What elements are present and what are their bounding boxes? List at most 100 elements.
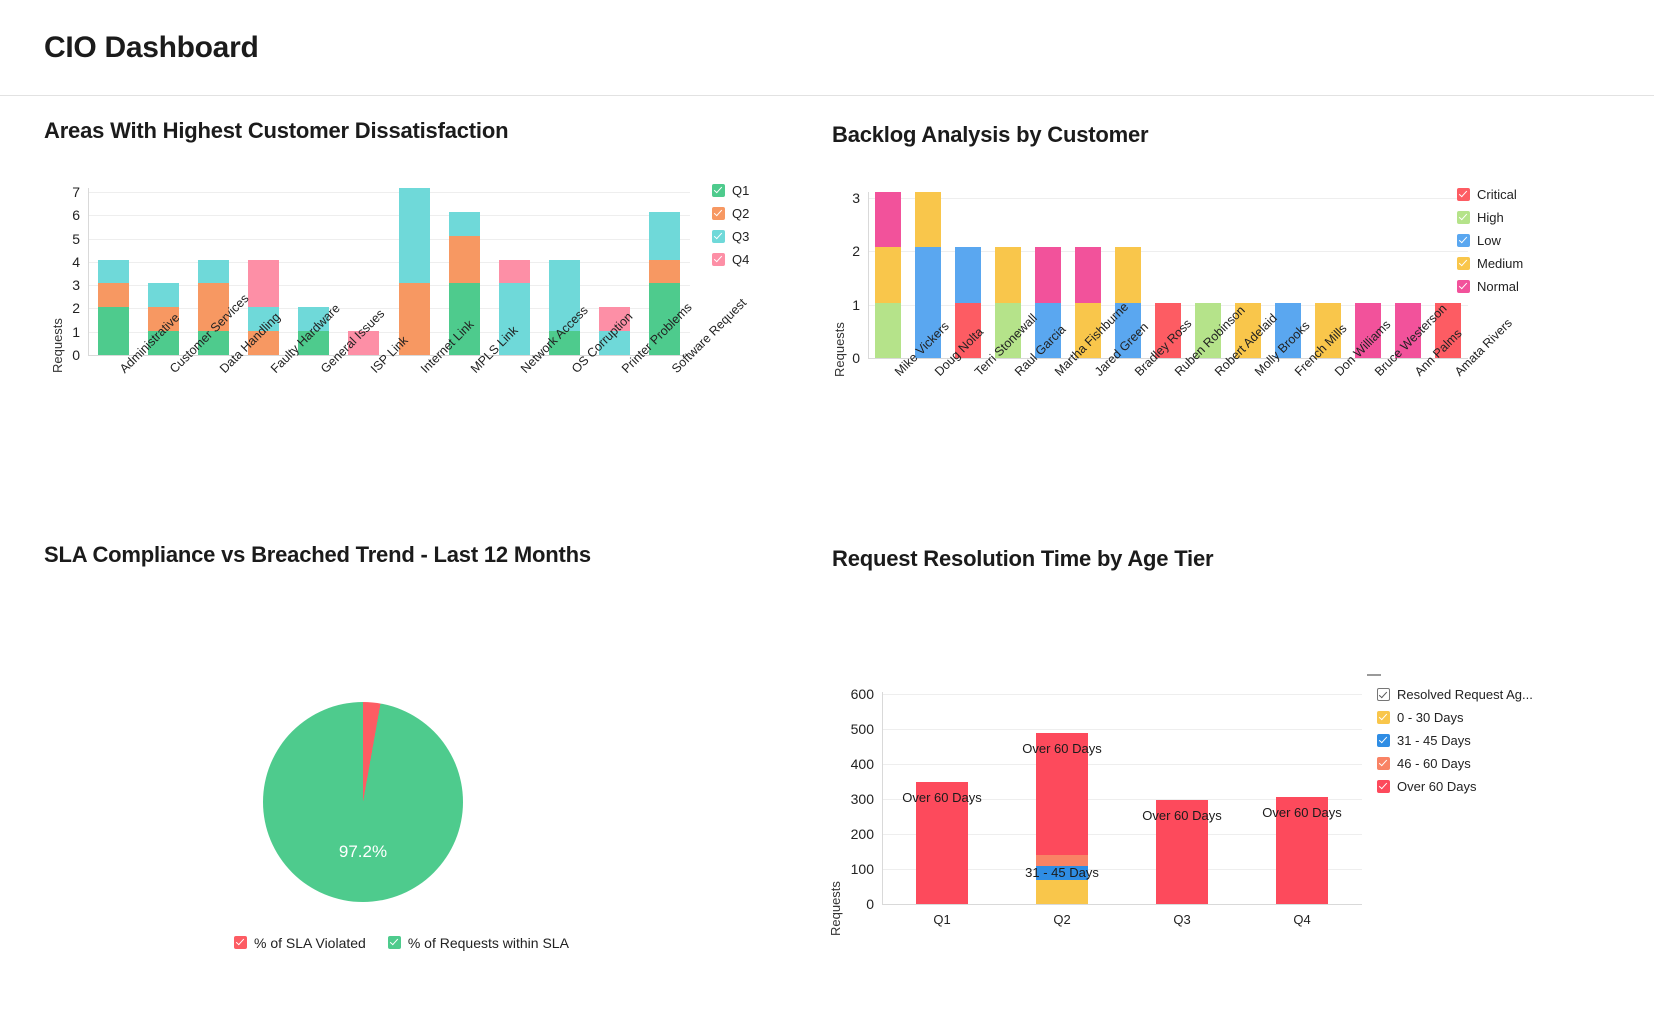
legend-item[interactable]: 0 - 30 Days [1377,707,1533,728]
legend-item[interactable]: % of SLA Violated [234,932,366,953]
legend-item[interactable]: 46 - 60 Days [1377,753,1533,774]
bar-segment[interactable] [448,211,480,236]
bar-segment[interactable] [1155,799,1209,904]
bar-segment[interactable] [649,259,681,284]
y-tick: 0 [866,896,874,912]
bar-segment[interactable] [498,259,530,284]
checkbox-icon[interactable] [712,184,725,197]
legend-resolution[interactable]: Resolved Request Ag... 0 - 30 Days 31 - 45… [1377,684,1533,799]
checkbox-icon[interactable] [1377,780,1390,793]
collapse-legend-handle[interactable] [1367,674,1381,676]
y-tick: 100 [850,861,874,877]
bar-segment[interactable] [649,211,681,260]
bar-segment[interactable] [1035,879,1089,904]
legend-item[interactable]: 31 - 45 Days [1377,730,1533,751]
panel-backlog-analysis-by-customer: Backlog Analysis by Customer Requests 0 … [832,122,1632,522]
checkbox-icon[interactable] [1377,688,1390,701]
legend-item[interactable]: Normal [1457,276,1523,297]
legend-sla[interactable]: % of SLA Violated % of Requests within SL… [234,932,569,953]
legend-label: Q1 [732,183,750,198]
chart-resolution: Requests 0 100 200 300 400 500 600 Over … [828,606,1632,1018]
pie-chart[interactable] [263,702,463,902]
bar-segment[interactable] [915,781,969,904]
bar-segment[interactable] [874,302,902,358]
bar-segment[interactable] [874,247,902,303]
legend-label: Over 60 Days [1397,779,1477,794]
bar-segment[interactable] [914,192,942,248]
bar-segment[interactable] [1074,247,1102,303]
y-axis-title: Requests [832,322,847,377]
bar-segment[interactable] [874,192,902,248]
bar-column[interactable] [1035,732,1089,904]
checkbox-icon[interactable] [234,936,247,949]
checkbox-icon[interactable] [712,207,725,220]
bar-segment[interactable] [1035,732,1089,855]
legend-label: % of SLA Violated [254,934,366,951]
bar-column[interactable] [97,259,129,355]
checkbox-icon[interactable] [1457,211,1470,224]
bar-segment[interactable] [1114,247,1142,303]
legend-label: Normal [1477,279,1519,294]
bar-segment[interactable] [1035,865,1089,880]
checkbox-icon[interactable] [1457,188,1470,201]
bar-segment[interactable] [248,259,280,308]
bar-segment[interactable] [97,283,129,308]
bar-column[interactable] [1275,797,1329,904]
page-title: CIO Dashboard [44,30,259,64]
x-axis-label: Q4 [1293,912,1311,927]
checkbox-icon[interactable] [712,230,725,243]
panel-request-resolution-time-by-age-tier: Request Resolution Time by Age Tier Requ… [828,546,1632,1018]
x-axis-label: Q3 [1173,912,1191,927]
panel-title: Request Resolution Time by Age Tier [832,546,1214,571]
checkbox-icon[interactable] [1377,711,1390,724]
bar-segment[interactable] [197,259,229,284]
panel-title: Areas With Highest Customer Dissatisfact… [44,118,509,143]
legend-item[interactable]: Critical [1457,184,1523,205]
legend-label: Q4 [732,252,750,267]
legend-dissatisfaction[interactable]: Q1 Q2 Q3 Q4 [712,180,749,272]
bar-segment[interactable] [1035,855,1089,866]
bar-segment[interactable] [994,247,1022,303]
checkbox-icon[interactable] [1377,734,1390,747]
y-tick: 2 [852,243,860,260]
bar-segment[interactable] [97,307,129,355]
legend-item[interactable]: Q4 [712,249,749,270]
bar-segment[interactable] [448,235,480,284]
legend-item[interactable]: Q1 [712,180,749,201]
bar-column[interactable] [915,781,969,904]
checkbox-icon[interactable] [1457,280,1470,293]
legend-item[interactable]: Medium [1457,253,1523,274]
y-tick: 500 [850,721,874,737]
checkbox-icon[interactable] [387,936,401,949]
y-tick: 200 [850,826,874,842]
plot-area [88,188,690,355]
bar-column[interactable] [398,188,430,355]
bar-segment[interactable] [954,247,982,303]
legend-item[interactable]: Q2 [712,203,749,224]
y-tick: 5 [72,230,80,247]
panel-title: SLA Compliance vs Breached Trend - Last … [44,542,591,567]
bar-segment[interactable] [147,283,179,308]
checkbox-icon[interactable] [1457,257,1470,270]
legend-item[interactable]: Over 60 Days [1377,776,1533,797]
legend-item[interactable]: High [1457,207,1523,228]
checkbox-icon[interactable] [712,253,725,266]
bar-column[interactable] [1155,799,1209,904]
bar-column[interactable] [874,192,902,358]
legend-label: Q3 [732,229,750,244]
legend-item[interactable]: Q3 [712,226,749,247]
legend-item-header[interactable]: Resolved Request Ag... [1377,684,1533,705]
bar-segment[interactable] [1275,797,1329,904]
bar-segment[interactable] [1034,247,1062,303]
bar-segment[interactable] [97,259,129,284]
bar-segment[interactable] [398,188,430,284]
checkbox-icon[interactable] [1457,234,1470,247]
checkbox-icon[interactable] [1377,757,1390,770]
pie-slice-label: 97.2% [338,842,388,861]
legend-item[interactable]: Low [1457,230,1523,251]
y-tick: 3 [72,277,80,294]
legend-backlog[interactable]: Critical High Low Medium Normal [1457,184,1523,299]
legend-item[interactable]: % of Requests within SLA [387,932,569,953]
y-tick: 1 [72,323,80,340]
legend-label: Critical [1477,187,1517,202]
